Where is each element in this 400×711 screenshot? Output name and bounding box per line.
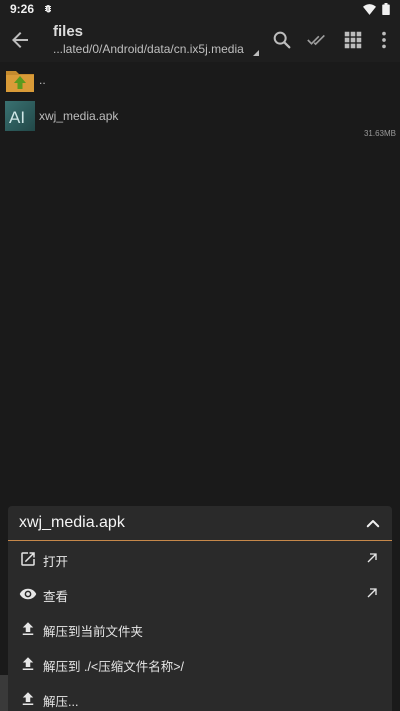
apk-icon: AI: [5, 101, 35, 131]
search-icon[interactable]: [271, 29, 293, 51]
menu-item-extract-to-folder[interactable]: 解压到 ./<压缩文件名称>/: [8, 646, 392, 681]
more-vert-icon[interactable]: [373, 29, 395, 51]
battery-icon: [382, 3, 390, 15]
action-bottom-sheet: xwj_media.apk 打开 查看 解压到当前文件夹 解压到 ./<压缩文件…: [8, 506, 392, 711]
open-external-icon: [21, 552, 35, 566]
file-list: .. AI xwj_media.apk 31.63MB: [0, 62, 400, 138]
menu-item-open[interactable]: 打开: [8, 541, 392, 576]
chevron-up-icon[interactable]: [364, 515, 382, 533]
sheet-header: xwj_media.apk: [8, 506, 392, 541]
back-arrow-icon[interactable]: [8, 28, 32, 52]
file-name: xwj_media.apk: [39, 109, 119, 123]
menu-item-label: 解压到当前文件夹: [43, 625, 144, 639]
list-item[interactable]: AI xwj_media.apk 31.63MB: [0, 98, 400, 138]
upload-icon: [22, 622, 34, 635]
select-all-icon[interactable]: [306, 29, 328, 51]
menu-item-label: 解压到 ./<压缩文件名称>/: [43, 660, 184, 674]
file-size: 31.63MB: [363, 129, 396, 138]
eye-icon: [19, 588, 37, 600]
sheet-title: xwj_media.apk: [19, 514, 125, 531]
upload-icon: [22, 692, 34, 705]
breadcrumb-path[interactable]: ...lated/0/Android/data/cn.ix5j.media: [53, 42, 244, 56]
list-item[interactable]: ..: [0, 62, 400, 98]
file-name: ..: [39, 73, 46, 87]
menu-item-label: 查看: [43, 590, 69, 604]
status-bar: 9:26: [0, 0, 400, 18]
page-title: files: [53, 23, 84, 40]
bug-icon: [45, 5, 52, 13]
menu-item-extract-here[interactable]: 解压到当前文件夹: [8, 611, 392, 646]
menu-item-extract[interactable]: 解压...: [8, 681, 392, 711]
background-edge: [0, 675, 8, 711]
svg-text:AI: AI: [9, 108, 25, 127]
grid-view-icon[interactable]: [342, 29, 364, 51]
status-time: 9:26: [10, 2, 35, 16]
menu-item-label: 解压...: [43, 695, 79, 709]
menu-item-label: 打开: [43, 555, 69, 569]
arrow-up-right-icon: [367, 588, 377, 598]
wifi-icon: [363, 3, 376, 15]
folder-up-icon: [6, 71, 34, 92]
path-dropdown-indicator[interactable]: [253, 50, 259, 56]
arrow-up-right-icon: [367, 553, 377, 563]
app-bar: files ...lated/0/Android/data/cn.ix5j.me…: [0, 18, 400, 62]
menu-item-view[interactable]: 查看: [8, 576, 392, 611]
upload-icon: [22, 657, 34, 670]
